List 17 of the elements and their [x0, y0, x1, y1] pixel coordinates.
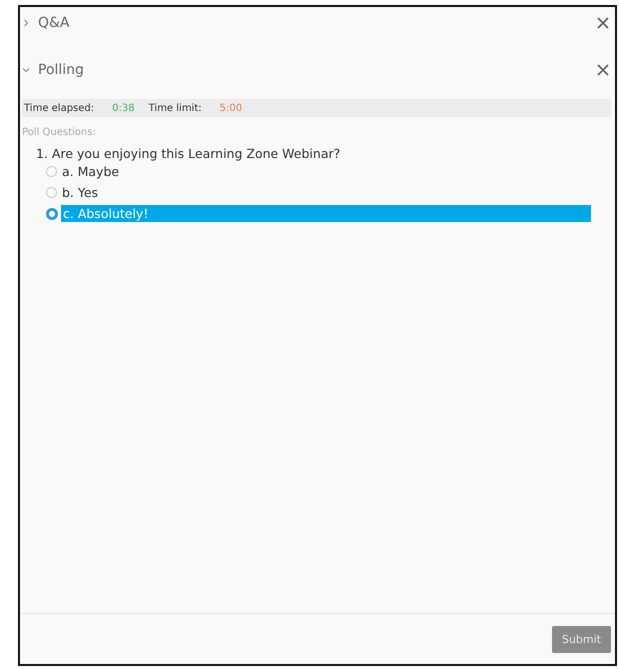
time-limit: 5:00 — [220, 102, 242, 114]
option-label[interactable]: a. Maybe — [60, 163, 611, 180]
section-header[interactable]: Polling — [22, 62, 84, 78]
chevron-down-icon — [22, 66, 30, 74]
section-header[interactable]: Q&A — [22, 15, 70, 31]
close-icon[interactable] — [597, 64, 609, 76]
limit-label: Time limit: — [148, 102, 202, 114]
radio-button[interactable] — [46, 208, 58, 220]
elapsed-time: 0:38 — [112, 102, 135, 114]
option-label[interactable]: b. Yes — [60, 184, 611, 201]
elapsed-label: Time elapsed: — [24, 102, 94, 114]
poll-heading: Poll Questions: — [22, 127, 97, 138]
radio-button[interactable] — [46, 166, 57, 177]
close-icon[interactable] — [597, 17, 609, 29]
radio-button[interactable] — [46, 187, 57, 198]
chevron-right-icon — [22, 19, 30, 27]
question-text: 1. Are you enjoying this Learning Zone Webinar? — [36, 146, 342, 161]
